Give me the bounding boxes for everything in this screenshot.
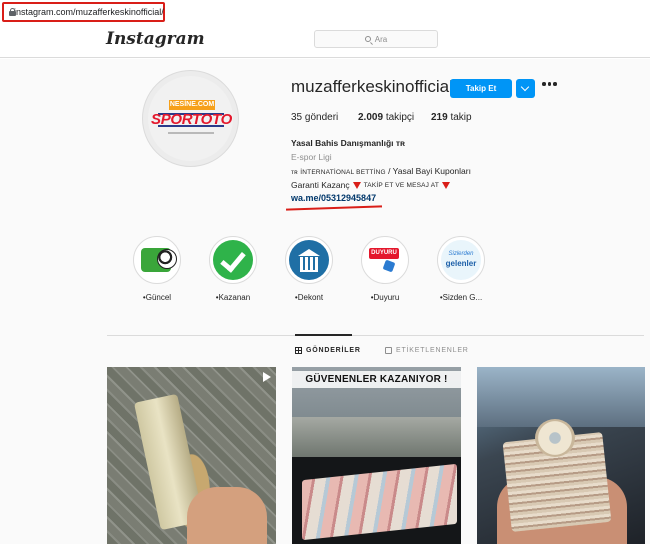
tag-icon xyxy=(385,347,392,354)
profile-stats: 35 gönderi 2.009 takipçi 219 takip xyxy=(291,112,472,123)
red-triangle-emoji-icon xyxy=(442,181,450,189)
grid-icon xyxy=(295,347,302,354)
posts-count: 35 gönderi xyxy=(291,112,339,123)
tab-posts[interactable]: GÖNDERİLER xyxy=(295,347,361,354)
check-mark-icon xyxy=(213,240,253,280)
browser-address-bar: instagram.com/muzafferkeskinofficial/ xyxy=(0,0,650,24)
banknote-roll xyxy=(535,419,575,457)
url-text: instagram.com/muzafferkeskinofficial/ xyxy=(14,7,164,17)
active-tab-indicator xyxy=(295,334,352,336)
hand-image xyxy=(187,487,267,544)
red-triangle-emoji-icon xyxy=(352,181,361,189)
announcement-icon: DUYURU xyxy=(365,240,405,280)
following-count[interactable]: 219 takip xyxy=(431,112,472,123)
followers-count[interactable]: 2.009 takipçi xyxy=(358,112,431,123)
highlight-guncel[interactable]: •Güncel xyxy=(127,236,187,302)
profile-page: NESİNE.COM SPORTOTO muzafferkeskinoffici… xyxy=(0,59,650,544)
post-caption: GÜVENENLER KAZANIYOR ! xyxy=(292,371,461,388)
more-options-icon[interactable] xyxy=(542,82,558,88)
suggestions-dropdown-button[interactable] xyxy=(516,79,535,98)
avatar-sportoto-text: SPORTOTO xyxy=(151,111,232,128)
highlight-sizden-gelenler[interactable]: Sizlerden gelenler •Sizden G... xyxy=(431,236,491,302)
chevron-down-icon xyxy=(520,82,530,92)
url-field[interactable]: instagram.com/muzafferkeskinofficial/ xyxy=(2,2,165,22)
instagram-logo[interactable]: Instagram xyxy=(106,29,205,49)
tab-tagged[interactable]: ETİKETLENENLER xyxy=(385,347,469,354)
post-thumbnail-2[interactable]: GÜVENENLER KAZANIYOR ! xyxy=(292,367,461,544)
bio-full-name: Yasal Bahis Danışmanlığı ᴛʀ xyxy=(291,138,405,148)
post-thumbnail-1[interactable] xyxy=(107,367,276,544)
profile-username: muzafferkeskinofficial xyxy=(291,77,453,96)
highlight-kazanan[interactable]: •Kazanan xyxy=(203,236,263,302)
highlight-dekont[interactable]: •Dekont xyxy=(279,236,339,302)
search-placeholder: Ara xyxy=(374,34,388,44)
annotation-underline xyxy=(285,205,383,211)
soccer-ball-icon xyxy=(137,240,177,280)
bio-link[interactable]: wa.me/05312945847 xyxy=(291,193,376,203)
highlight-duyuru[interactable]: DUYURU •Duyuru xyxy=(355,236,415,302)
follow-button[interactable]: Takip Et xyxy=(450,79,512,98)
bio-line-2: Garanti Kazanç TAKİP ET VE MESAJ AT xyxy=(291,180,450,190)
post-thumbnail-3[interactable] xyxy=(477,367,645,544)
search-icon xyxy=(364,36,371,42)
search-input[interactable]: Ara xyxy=(314,30,438,48)
tab-divider xyxy=(107,335,644,336)
video-icon xyxy=(263,372,271,382)
avatar-tagline xyxy=(168,132,214,134)
bio-line-1: ᴛʀ İNTERNATİONAL BETTİNG / Yasal Bayi Ku… xyxy=(291,166,471,176)
avatar-nesine-text: NESİNE.COM xyxy=(169,100,215,110)
testimonials-icon: Sizlerden gelenler xyxy=(441,240,481,280)
bio-category: E-spor Ligi xyxy=(291,152,332,162)
bank-icon xyxy=(289,240,329,280)
instagram-header: Instagram Ara xyxy=(0,24,650,58)
